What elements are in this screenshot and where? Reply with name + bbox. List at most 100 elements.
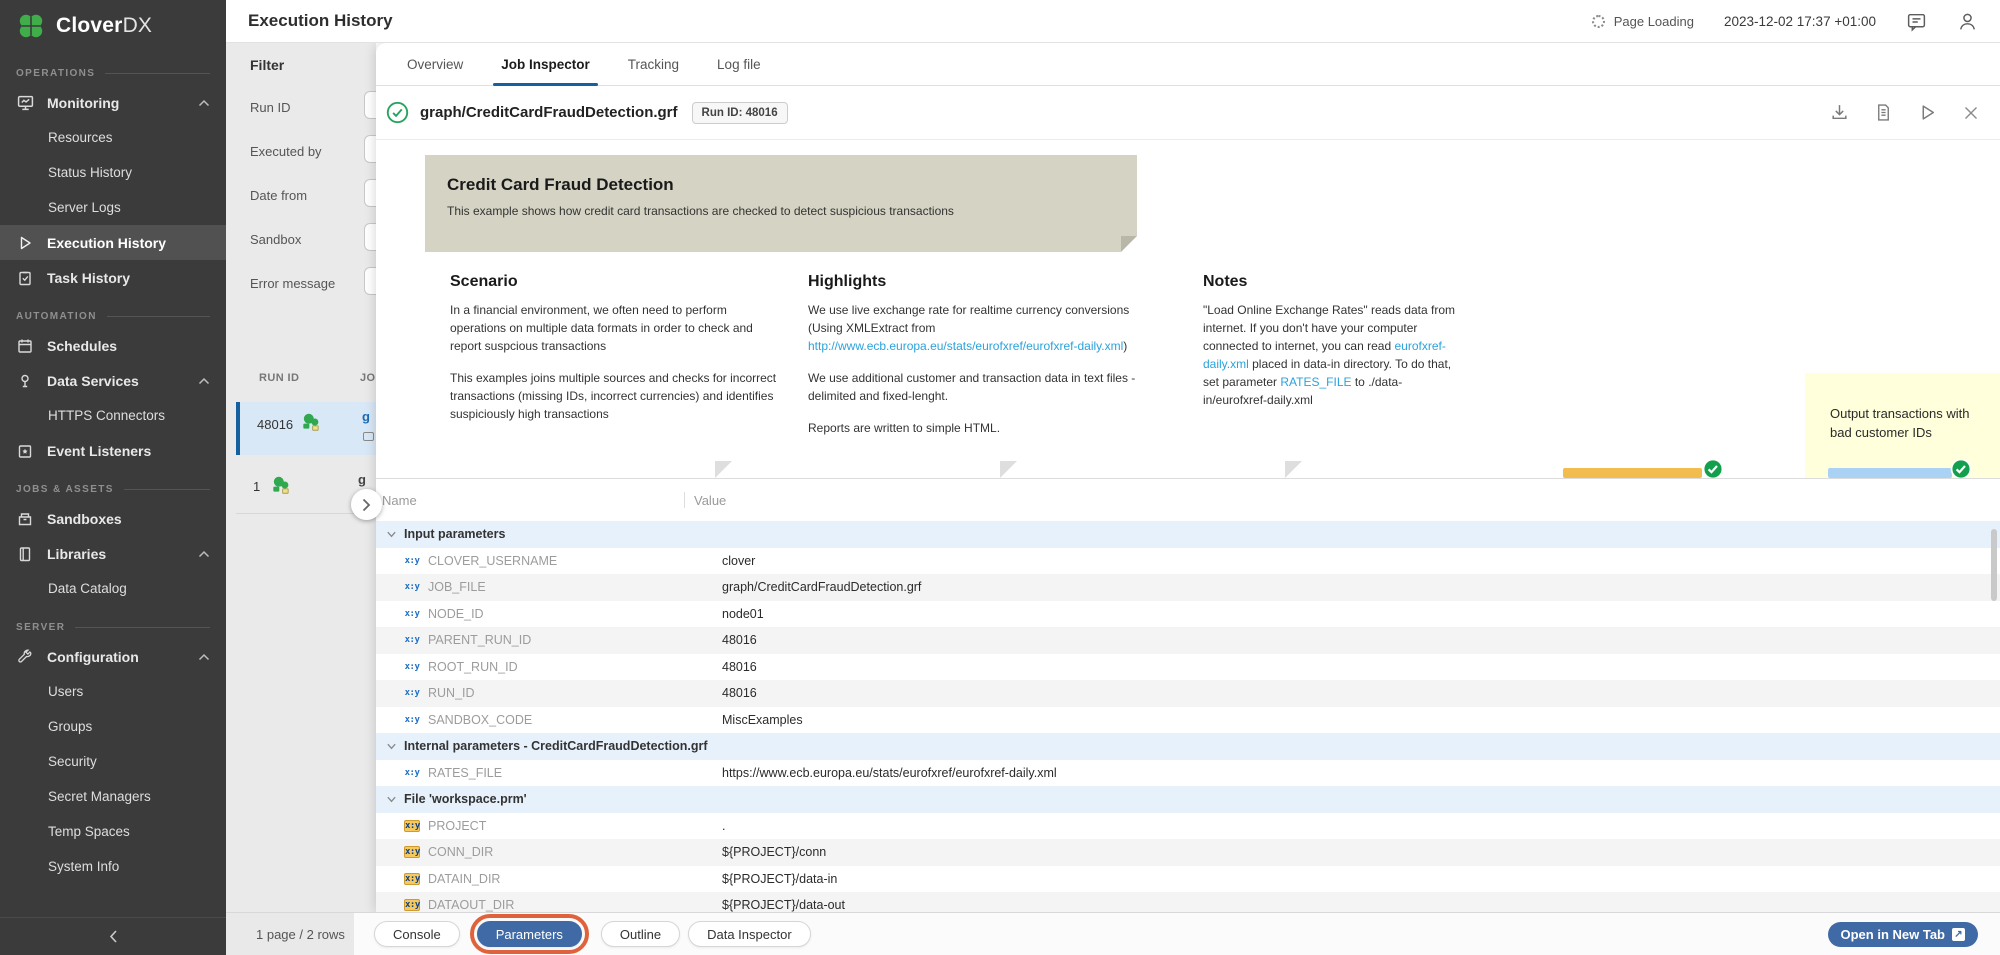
console-button[interactable]: Console <box>374 921 460 947</box>
expand-runlist-button[interactable] <box>351 489 382 520</box>
scenario-text: This examples joins multiple sources and… <box>450 369 782 423</box>
param-group-row[interactable]: Internal parameters - CreditCardFraudDet… <box>376 733 2000 760</box>
notes-text: "Load Online Exchange Rates" reads data … <box>1203 301 1457 409</box>
filter-panel: Filter Run ID Executed by Date from Sand… <box>226 43 376 912</box>
sidebar-item-label: HTTPS Connectors <box>48 408 165 423</box>
param-value: graph/CreditCardFraudDetection.grf <box>684 580 921 594</box>
sidebar-item-event-listeners[interactable]: Event Listeners <box>0 433 226 468</box>
param-value: https://www.ecb.europa.eu/stats/eurofxre… <box>684 766 1057 780</box>
data-inspector-button[interactable]: Data Inspector <box>688 921 811 947</box>
sidebar-item-schedules[interactable]: Schedules <box>0 328 226 363</box>
tab-tracking[interactable]: Tracking <box>620 43 687 85</box>
string-param-icon: x:y <box>404 715 420 725</box>
sidebar-item-resources[interactable]: Resources <box>0 120 226 155</box>
sidebar-item-data-catalog[interactable]: Data Catalog <box>0 571 226 606</box>
play-outline-icon <box>16 235 34 251</box>
run-again-icon[interactable] <box>1918 103 1937 122</box>
run-id-value: 48016 <box>257 417 293 432</box>
param-value: ${PROJECT}/data-out <box>684 898 845 912</box>
subgraph-icon <box>363 432 374 441</box>
user-account-icon[interactable] <box>1957 11 1978 32</box>
yellow-note-text: Output transactions with bad customer ID… <box>1830 404 1990 442</box>
parameters-button[interactable]: Parameters <box>477 921 582 947</box>
sidebar-item-status-history[interactable]: Status History <box>0 155 226 190</box>
sidebar-item-sandboxes[interactable]: Sandboxes <box>0 501 226 536</box>
tab-log-file[interactable]: Log file <box>709 43 769 85</box>
file-param-icon: x:y <box>404 846 420 858</box>
scenario-note: Scenario In a financial environment, we … <box>450 273 782 437</box>
brand-text: CloverDX <box>56 14 152 38</box>
sidebar-item-configuration[interactable]: Configuration <box>0 639 226 674</box>
scenario-text: In a financial environment, we often nee… <box>450 301 782 355</box>
component-bar-yellow[interactable] <box>1563 468 1702 478</box>
graph-canvas[interactable]: Credit Card Fraud Detection This example… <box>376 140 2000 478</box>
sidebar-item-label: Resources <box>48 130 113 145</box>
ecb-url-link: http://www.ecb.europa.eu/stats/eurofxref… <box>808 339 1123 353</box>
sidebar-item-https-connectors[interactable]: HTTPS Connectors <box>0 398 226 433</box>
bottom-toolbar: 1 page / 2 rows Console Parameters Outli… <box>226 912 2000 955</box>
job-title-bar: graph/CreditCardFraudDetection.grf Run I… <box>376 86 2000 140</box>
sidebar-item-groups[interactable]: Groups <box>0 709 226 744</box>
run-id-input[interactable] <box>364 91 376 119</box>
tab-overview[interactable]: Overview <box>399 43 471 85</box>
graph-title-note: Credit Card Fraud Detection This example… <box>425 155 1137 252</box>
sidebar-item-system-info[interactable]: System Info <box>0 849 226 884</box>
sidebar-item-secret-managers[interactable]: Secret Managers <box>0 779 226 814</box>
sidebar: CloverDX OPERATIONS Monitoring Resources… <box>0 0 226 955</box>
date-from-input[interactable] <box>364 179 376 207</box>
download-icon[interactable] <box>1830 103 1849 122</box>
error-message-input[interactable] <box>364 267 376 295</box>
outline-button[interactable]: Outline <box>601 921 680 947</box>
sidebar-item-server-logs[interactable]: Server Logs <box>0 190 226 225</box>
chevron-down-icon[interactable] <box>386 741 397 752</box>
open-in-new-tab-button[interactable]: Open in New Tab ↗ <box>1828 922 1979 947</box>
parameters-panel: Name Value Input parameters x:yCLOVER_US… <box>376 478 2000 912</box>
param-group-row[interactable]: Input parameters <box>376 521 2000 548</box>
log-file-icon[interactable] <box>1874 103 1893 122</box>
string-param-icon: x:y <box>404 688 420 698</box>
job-column-header[interactable]: JO <box>360 372 375 384</box>
chevron-down-icon[interactable] <box>386 794 397 805</box>
graph-job-icon <box>270 475 292 495</box>
chevron-right-icon <box>362 498 371 512</box>
app-logo[interactable]: CloverDX <box>0 0 226 52</box>
params-scrollbar[interactable] <box>1991 529 1997 601</box>
sidebar-collapse-button[interactable] <box>0 917 226 955</box>
param-row: x:yRATES_FILE https://www.ecb.europa.eu/… <box>376 760 2000 787</box>
sidebar-item-execution-history[interactable]: Execution History <box>0 225 226 260</box>
param-row: x:yCONN_DIR ${PROJECT}/conn <box>376 839 2000 866</box>
note-folded-corner <box>715 461 732 478</box>
string-param-icon: x:y <box>404 582 420 592</box>
param-group-label: Input parameters <box>404 527 505 541</box>
sidebar-item-users[interactable]: Users <box>0 674 226 709</box>
chevron-down-icon[interactable] <box>386 529 397 540</box>
string-param-icon: x:y <box>404 635 420 645</box>
highlights-text: We use live exchange rate for realtime c… <box>808 301 1160 355</box>
run-id-column-header[interactable]: RUN ID <box>259 372 299 384</box>
sidebar-item-task-history[interactable]: Task History <box>0 260 226 295</box>
close-icon[interactable] <box>1962 104 1980 122</box>
sandbox-input[interactable] <box>364 223 376 251</box>
sidebar-item-monitoring[interactable]: Monitoring <box>0 85 226 120</box>
sidebar-item-label: Event Listeners <box>47 443 151 459</box>
sidebar-item-data-services[interactable]: Data Services <box>0 363 226 398</box>
executed-by-input[interactable] <box>364 135 376 163</box>
spinner-icon <box>1592 15 1605 28</box>
sidebar-item-libraries[interactable]: Libraries <box>0 536 226 571</box>
calendar-icon <box>16 338 34 354</box>
highlights-text: Reports are written to simple HTML. <box>808 419 1160 437</box>
feedback-icon[interactable] <box>1906 11 1927 32</box>
notes-heading: Notes <box>1203 273 1457 291</box>
job-file-link[interactable]: g <box>362 409 370 424</box>
top-header-bar: Execution History Page Loading 2023-12-0… <box>226 0 2000 43</box>
param-group-row[interactable]: File 'workspace.prm' <box>376 786 2000 813</box>
sidebar-item-label: Groups <box>48 719 92 734</box>
run-row-48016[interactable]: 48016 g <box>236 402 376 455</box>
highlights-note: Highlights We use live exchange rate for… <box>808 273 1160 451</box>
sidebar-item-temp-spaces[interactable]: Temp Spaces <box>0 814 226 849</box>
sidebar-item-security[interactable]: Security <box>0 744 226 779</box>
job-file-link[interactable]: g <box>358 472 366 487</box>
filter-label-error-message: Error message <box>250 276 335 291</box>
tab-job-inspector[interactable]: Job Inspector <box>493 43 598 85</box>
component-bar-blue[interactable] <box>1828 468 1952 478</box>
